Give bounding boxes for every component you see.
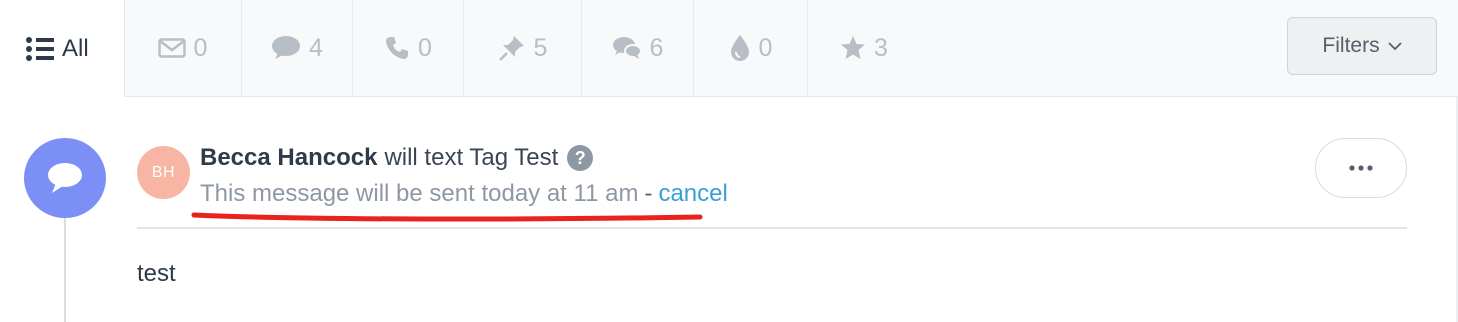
chat-bubble-icon: [272, 36, 301, 59]
chevron-down-icon: [1387, 41, 1402, 50]
tab-texts[interactable]: 6: [582, 0, 694, 96]
timeline-text-event-icon: [24, 138, 106, 218]
tab-pinned-count: 5: [533, 33, 548, 62]
tab-starred[interactable]: 3: [808, 0, 920, 96]
avatar-initials: BH: [151, 163, 176, 181]
avatar: BH: [137, 146, 190, 199]
conversation-icon: [612, 37, 642, 59]
tab-drips[interactable]: 0: [694, 0, 808, 96]
activity-action: will text Tag Test: [384, 144, 559, 171]
phone-icon: [386, 37, 409, 59]
schedule-line: This message will be sent today at 11 am…: [200, 180, 728, 208]
envelope-icon: [157, 38, 186, 58]
tab-texts-count: 6: [649, 33, 664, 62]
tab-calls[interactable]: 0: [353, 0, 464, 96]
tab-emails-count: 0: [193, 33, 208, 62]
author-name[interactable]: Becca Hancock: [200, 144, 377, 172]
tab-calls-count: 0: [418, 33, 432, 62]
tab-starred-count: 3: [874, 33, 888, 62]
separator: -: [644, 180, 653, 207]
activity-headline: Becca Hancock will text Tag Test ?: [200, 144, 594, 172]
chat-bubble-icon: [48, 163, 82, 193]
activity-tab-bar: All 0 4 0 5 6 0 3 Filters: [0, 0, 1458, 97]
tab-notes-count: 4: [309, 33, 323, 62]
message-body: test: [137, 260, 176, 287]
ellipsis-icon: [1349, 165, 1373, 171]
timeline-line: [64, 200, 66, 322]
tab-notes[interactable]: 4: [242, 0, 353, 96]
schedule-text: This message will be sent today at 11 am: [200, 180, 639, 207]
tab-emails[interactable]: 0: [124, 0, 242, 96]
filters-label: Filters: [1322, 34, 1380, 57]
drop-icon: [730, 35, 749, 61]
cancel-link[interactable]: cancel: [658, 180, 727, 207]
filters-button[interactable]: Filters: [1287, 17, 1437, 75]
divider: [137, 227, 1407, 229]
tab-drips-count: 0: [758, 33, 773, 62]
tab-all[interactable]: All: [0, 0, 124, 97]
red-annotation-underline: [191, 212, 703, 222]
pin-icon: [498, 36, 524, 61]
more-options-button[interactable]: [1315, 138, 1407, 198]
star-icon: [841, 36, 866, 59]
list-icon: [26, 36, 54, 61]
question-mark-icon[interactable]: ?: [567, 145, 594, 171]
tab-pinned[interactable]: 5: [464, 0, 582, 96]
tab-all-label: All: [62, 34, 89, 62]
